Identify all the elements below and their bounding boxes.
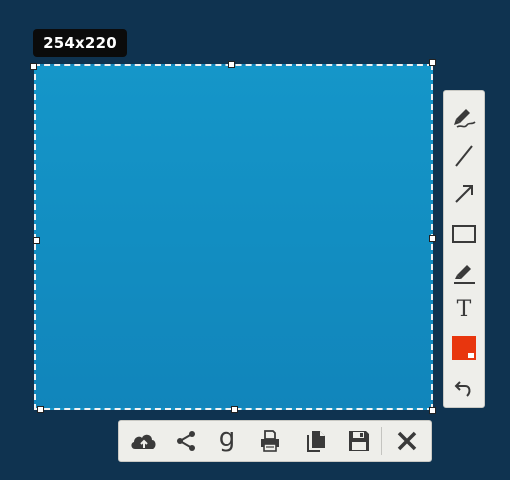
resize-handle-top-right[interactable]	[429, 59, 436, 66]
resize-handle-right[interactable]	[429, 235, 436, 242]
line-icon	[455, 145, 473, 167]
google-search-button[interactable]: g	[211, 425, 243, 457]
resize-handle-left[interactable]	[33, 237, 40, 244]
print-button[interactable]	[254, 425, 286, 457]
copy-button[interactable]	[300, 425, 332, 457]
print-icon	[261, 430, 279, 452]
rectangle-tool-button[interactable]	[448, 218, 480, 250]
undo-button[interactable]	[448, 372, 480, 404]
swatch-dropdown-marker	[468, 353, 474, 358]
rectangle-icon	[452, 225, 476, 243]
pencil-squiggle-icon	[454, 109, 476, 128]
resize-handle-top-left[interactable]	[30, 63, 37, 70]
share-icon	[177, 431, 195, 451]
resize-handle-bottom[interactable]	[231, 406, 238, 413]
upload-button[interactable]	[128, 425, 160, 457]
cloud-upload-icon	[131, 434, 156, 449]
color-picker-button[interactable]	[448, 332, 480, 364]
close-icon	[397, 431, 417, 451]
color-swatch-icon	[452, 336, 476, 360]
resize-handle-bottom-left[interactable]	[37, 406, 44, 413]
resize-handle-top[interactable]	[228, 61, 235, 68]
close-button[interactable]	[391, 425, 423, 457]
marker-tool-button[interactable]	[448, 256, 480, 288]
text-icon: T	[456, 297, 472, 322]
arrow-tool-button[interactable]	[448, 178, 480, 210]
selection-size-label: 254x220	[33, 29, 127, 57]
marker-icon	[454, 265, 475, 284]
google-icon: g	[218, 423, 236, 453]
toolbar-divider	[381, 427, 382, 455]
share-button[interactable]	[170, 425, 202, 457]
arrow-icon	[455, 185, 473, 203]
save-button[interactable]	[343, 425, 375, 457]
copy-icon	[307, 431, 325, 452]
line-tool-button[interactable]	[448, 140, 480, 172]
freehand-tool-button[interactable]	[448, 101, 480, 133]
selection-area[interactable]	[34, 64, 433, 410]
save-icon	[349, 431, 369, 451]
undo-icon	[454, 381, 471, 397]
resize-handle-bottom-right[interactable]	[429, 407, 436, 414]
text-tool-button[interactable]: T	[448, 294, 480, 326]
